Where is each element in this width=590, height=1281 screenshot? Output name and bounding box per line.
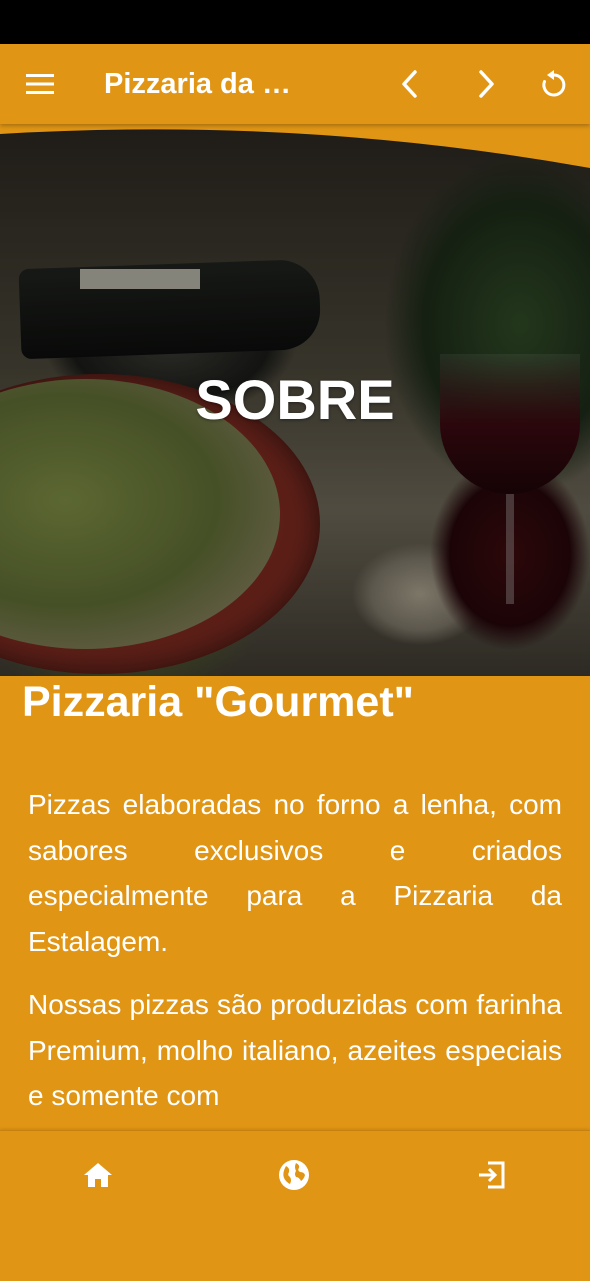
hero-banner: SOBRE (0, 124, 590, 676)
hero-title: SOBRE (195, 368, 395, 431)
globe-icon (279, 1160, 309, 1190)
status-bar (0, 0, 590, 44)
reload-button[interactable] (524, 44, 584, 124)
app-bar: Pizzaria da Estalagem (0, 44, 590, 124)
hero-curve (0, 124, 590, 168)
section-heading: Pizzaria "Gourmet" (22, 678, 415, 726)
refresh-icon (542, 70, 566, 97)
paragraph: Nossas pizzas são produzidas com farinha… (28, 989, 562, 1111)
back-button[interactable] (380, 44, 440, 124)
chevron-left-icon (402, 70, 417, 98)
logout-icon (479, 1161, 505, 1189)
nav-exit-button[interactable] (461, 1153, 521, 1197)
menu-button[interactable] (10, 44, 70, 124)
home-icon (84, 1163, 112, 1187)
nav-website-button[interactable] (264, 1153, 324, 1197)
menu-icon (26, 74, 54, 94)
about-content: Pizzaria "Gourmet" Pizzas elaboradas no … (0, 676, 590, 1130)
paragraph: Pizzas elaboradas no forno a lenha, com … (28, 789, 562, 957)
app-title: Pizzaria da Estalagem (104, 68, 304, 100)
bottom-navigation (0, 1130, 590, 1281)
nav-home-button[interactable] (68, 1153, 128, 1197)
chevron-right-icon (479, 70, 494, 98)
forward-button[interactable] (456, 44, 516, 124)
